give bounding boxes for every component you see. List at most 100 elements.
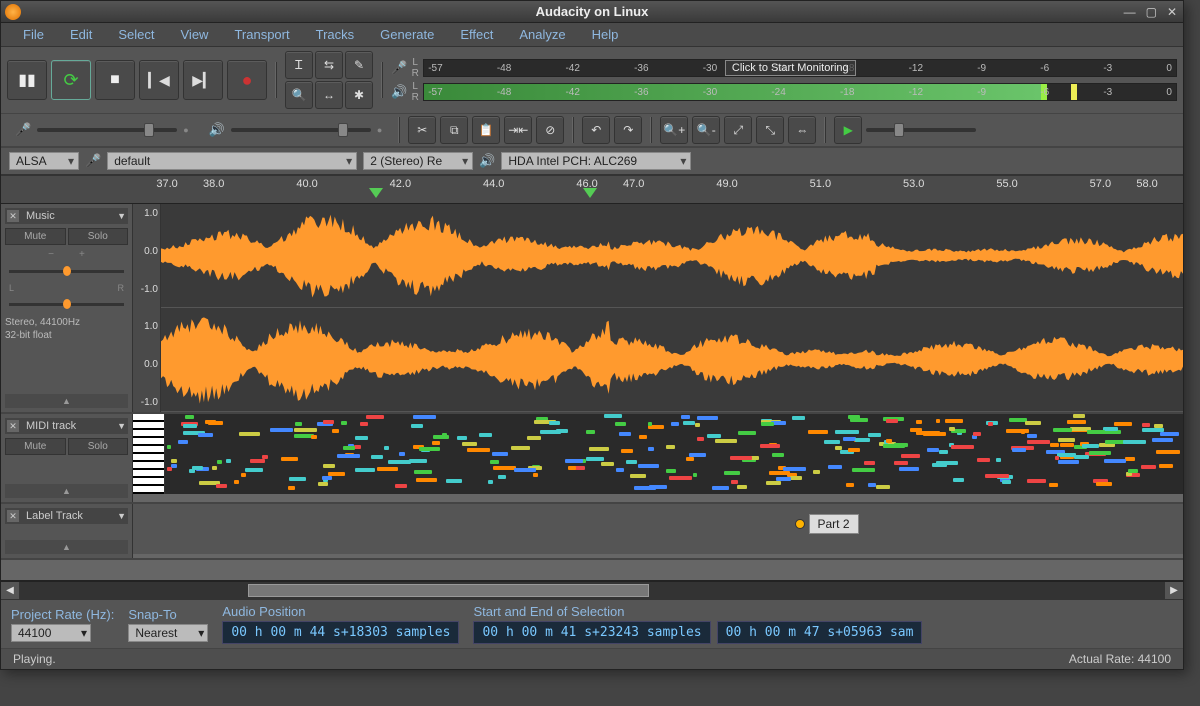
label-marker[interactable]: Part 2 — [795, 514, 859, 534]
timeline-ruler[interactable]: 37.038.040.042.044.046.047.049.051.053.0… — [1, 176, 1183, 204]
mute-button[interactable]: Mute — [5, 228, 66, 245]
app-logo-icon — [5, 4, 21, 20]
selection-tool-icon[interactable]: Ꮖ — [285, 51, 313, 79]
collapse-button[interactable]: ▲ — [5, 484, 128, 498]
minimize-icon[interactable]: — — [1124, 5, 1136, 19]
menu-transport[interactable]: Transport — [222, 25, 301, 44]
track-name[interactable]: Label Track — [23, 510, 113, 522]
multi-tool-icon[interactable]: ✱ — [345, 81, 373, 109]
playback-meter[interactable]: -57-48-42-36-30-24-18-12-9-6-30 — [423, 83, 1177, 101]
recording-volume-slider[interactable] — [37, 128, 177, 132]
track-close-button[interactable]: ✕ — [7, 420, 19, 432]
silence-button[interactable]: ⊘ — [536, 116, 564, 144]
speaker-icon — [479, 153, 495, 169]
play-speed-slider[interactable] — [866, 128, 976, 132]
speaker-icon — [209, 122, 225, 138]
collapse-button[interactable]: ▲ — [5, 394, 128, 408]
pan-slider[interactable] — [9, 303, 124, 306]
stop-button[interactable]: ■ — [95, 60, 135, 100]
menu-help[interactable]: Help — [580, 25, 631, 44]
window-title: Audacity on Linux — [536, 4, 649, 19]
audio-host-select[interactable]: ALSA — [9, 152, 79, 170]
redo-button[interactable]: ↷ — [614, 116, 642, 144]
audio-position-field[interactable]: 00 h 00 m 44 s+18303 samples — [222, 621, 459, 644]
label-view[interactable]: Part 2 — [133, 504, 1183, 554]
snap-to-select[interactable]: Nearest — [128, 624, 208, 642]
track-close-button[interactable]: ✕ — [7, 210, 19, 222]
waveform-music[interactable]: 1.0 0.0 -1.0 1.0 0.0 -1.0 — [133, 204, 1183, 412]
cut-button[interactable]: ✂ — [408, 116, 436, 144]
label-point-icon[interactable] — [795, 519, 805, 529]
pause-button[interactable]: ▮▮ — [7, 60, 47, 100]
playback-device-select[interactable]: HDA Intel PCH: ALC269 — [501, 152, 691, 170]
scroll-thumb[interactable] — [248, 584, 649, 597]
track-panel-midi[interactable]: ✕ MIDI track ▼ Mute Solo ▲ — [1, 414, 133, 502]
menu-select[interactable]: Select — [106, 25, 166, 44]
mute-button[interactable]: Mute — [5, 438, 66, 455]
solo-button[interactable]: Solo — [68, 228, 129, 245]
skip-start-button[interactable]: ▎◀ — [139, 60, 179, 100]
selection-start-field[interactable]: 00 h 00 m 41 s+23243 samples — [473, 621, 710, 644]
copy-button[interactable]: ⧉ — [440, 116, 468, 144]
track-name[interactable]: MIDI track — [23, 420, 113, 432]
record-button[interactable]: ● — [227, 60, 267, 100]
midi-view[interactable] — [133, 414, 1183, 494]
menu-tracks[interactable]: Tracks — [304, 25, 367, 44]
fit-selection-button[interactable]: ⤢ — [724, 116, 752, 144]
zoom-out-button[interactable]: 🔍- — [692, 116, 720, 144]
close-icon[interactable]: ✕ — [1167, 5, 1177, 19]
project-rate-select[interactable]: 44100 — [11, 624, 91, 642]
menu-analyze[interactable]: Analyze — [507, 25, 577, 44]
menu-generate[interactable]: Generate — [368, 25, 446, 44]
transport-status: Playing. — [13, 652, 56, 666]
scroll-left-button[interactable]: ◀ — [1, 582, 19, 599]
titlebar[interactable]: Audacity on Linux — ▢ ✕ — [1, 1, 1183, 23]
solo-button[interactable]: Solo — [68, 438, 129, 455]
mic-icon — [391, 60, 407, 76]
collapse-button[interactable]: ▲ — [5, 540, 128, 554]
menu-effect[interactable]: Effect — [448, 25, 505, 44]
zoom-in-button[interactable]: 🔍+ — [660, 116, 688, 144]
paste-button[interactable]: 📋 — [472, 116, 500, 144]
selection-end-field[interactable]: 00 h 00 m 47 s+05963 sam — [717, 621, 923, 644]
recording-channels-select[interactable]: 2 (Stereo) Re — [363, 152, 473, 170]
gain-slider[interactable] — [9, 270, 124, 273]
project-rate-label: Project Rate (Hz): — [11, 607, 114, 622]
track-depth: 32-bit float — [5, 329, 128, 342]
zoom-toggle-button[interactable]: ⇔ — [788, 116, 816, 144]
menu-edit[interactable]: Edit — [58, 25, 104, 44]
fit-project-button[interactable]: ⤡ — [756, 116, 784, 144]
menu-file[interactable]: File — [11, 25, 56, 44]
track-midi: ✕ MIDI track ▼ Mute Solo ▲ — [1, 414, 1183, 504]
start-monitoring-button[interactable]: Click to Start Monitoring — [725, 60, 856, 76]
mic-icon — [85, 153, 101, 169]
track-panel-label[interactable]: ✕ Label Track ▼ ▲ — [1, 504, 133, 558]
play-loop-button[interactable]: ⟳ — [51, 60, 91, 100]
draw-tool-icon[interactable]: ✎ — [345, 51, 373, 79]
play-at-speed-button[interactable]: ▶ — [834, 116, 862, 144]
menubar: File Edit Select View Transport Tracks G… — [1, 23, 1183, 47]
envelope-tool-icon[interactable]: ⇆ — [315, 51, 343, 79]
track-panel-music[interactable]: ✕ Music ▼ Mute Solo − + LR Stereo, 44100… — [1, 204, 133, 412]
track-close-button[interactable]: ✕ — [7, 510, 19, 522]
track-menu-icon[interactable]: ▼ — [117, 511, 126, 521]
track-menu-icon[interactable]: ▼ — [117, 421, 126, 431]
undo-button[interactable]: ↶ — [582, 116, 610, 144]
label-text[interactable]: Part 2 — [809, 514, 859, 534]
trim-button[interactable]: ⇥⇤ — [504, 116, 532, 144]
recording-meter[interactable]: -57-48-42-36-30-24-18-12-9-6-30 Click to… — [423, 59, 1177, 77]
menu-view[interactable]: View — [169, 25, 221, 44]
track-menu-icon[interactable]: ▼ — [117, 211, 126, 221]
device-toolbar: ALSA default 2 (Stereo) Re HDA Intel PCH… — [1, 147, 1183, 175]
track-name[interactable]: Music — [23, 210, 113, 222]
playback-volume-slider[interactable] — [231, 128, 371, 132]
scroll-right-button[interactable]: ▶ — [1165, 582, 1183, 599]
speaker-icon — [391, 84, 407, 100]
skip-end-button[interactable]: ▶▎ — [183, 60, 223, 100]
maximize-icon[interactable]: ▢ — [1146, 5, 1157, 19]
tracks-area: ✕ Music ▼ Mute Solo − + LR Stereo, 44100… — [1, 204, 1183, 581]
timeshift-tool-icon[interactable]: ↔ — [315, 81, 343, 109]
horizontal-scrollbar[interactable]: ◀ ▶ — [1, 581, 1183, 599]
recording-device-select[interactable]: default — [107, 152, 357, 170]
zoom-tool-icon[interactable]: 🔍 — [285, 81, 313, 109]
